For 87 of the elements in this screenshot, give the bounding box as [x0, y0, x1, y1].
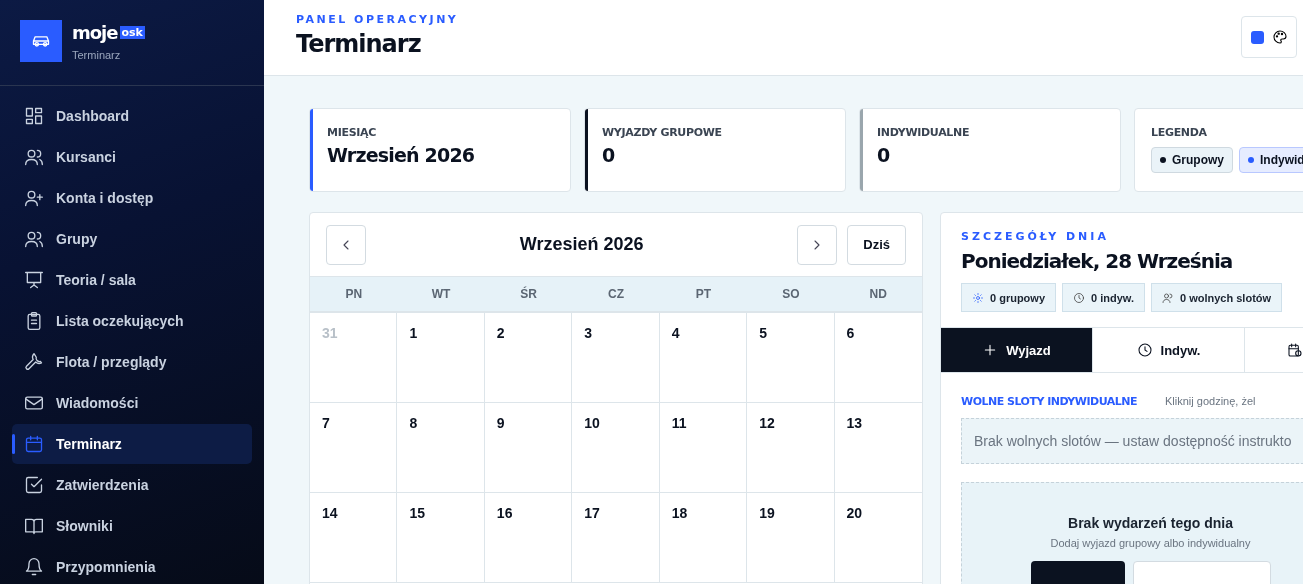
day-cell[interactable]: 13	[834, 403, 922, 492]
palette-icon	[1271, 29, 1288, 45]
day-cell[interactable]: 12	[747, 403, 835, 492]
day-cell[interactable]: 10	[572, 403, 660, 492]
calendar-title: Wrzesień 2026	[518, 234, 645, 255]
weekday-label: SO	[781, 287, 801, 301]
sidebar-item[interactable]: Lista oczekujących	[12, 301, 252, 341]
theme-swatch	[1250, 30, 1264, 44]
grid-icon	[24, 106, 44, 126]
slots-hint: Kliknij godzinę, żel	[1165, 395, 1256, 407]
calendar-icon	[24, 434, 44, 454]
day-cell[interactable]: 14	[310, 493, 398, 582]
sun-icon	[972, 291, 984, 304]
day-cell[interactable]: 17	[572, 493, 660, 582]
count-chip: 0 wolnych slotów	[1151, 283, 1283, 312]
user-plus-icon	[24, 188, 44, 208]
day-cell[interactable]: 1	[397, 313, 485, 402]
previous-month-button[interactable]	[326, 224, 366, 265]
brand-subtitle: Terminarz	[72, 49, 122, 61]
sidebar-item[interactable]: Wiadomości	[12, 383, 252, 423]
primary-button[interactable]	[1030, 561, 1125, 584]
calendar-clock-icon	[1287, 342, 1303, 358]
day-cell[interactable]: 5	[747, 313, 835, 402]
day-cell[interactable]: 6	[834, 313, 922, 402]
sidebar-item[interactable]: Grupy	[12, 219, 252, 259]
count-chip: 0 grupowy	[961, 283, 1056, 312]
weekday-label: ND	[868, 287, 888, 301]
legend-text: Indywid	[1260, 153, 1303, 167]
sidebar-item[interactable]: Flota / przeglądy	[12, 342, 252, 382]
day-cell[interactable]: 7	[310, 403, 398, 492]
page-eyebrow: PANEL OPERACYJNY	[296, 13, 459, 26]
weekday-label: PN	[344, 287, 364, 301]
day-cell[interactable]: 9	[484, 403, 573, 492]
day-cell[interactable]: 18	[659, 493, 748, 582]
sidebar-item[interactable]: Słowniki	[12, 506, 252, 546]
sidebar-item[interactable]: Konta i dostęp	[12, 178, 252, 218]
day-cell[interactable]: 15	[397, 493, 485, 582]
weekday-label: WT	[430, 287, 452, 301]
stat-label: INDYWIDUALNE	[877, 126, 970, 139]
day-cell[interactable]: 3	[572, 313, 660, 402]
weekday-label: ŚR	[519, 287, 538, 301]
empty-state-title: Brak wydarzeń tego dnia	[1068, 515, 1233, 531]
count-chip: 0 indyw.	[1062, 283, 1145, 312]
users-icon	[1162, 291, 1174, 304]
day-cell[interactable]: 20	[834, 493, 922, 582]
panel-tab[interactable]: Wyjazd	[941, 328, 1093, 372]
users-icon	[24, 229, 44, 249]
day-cell[interactable]: 2	[484, 313, 573, 402]
day-title: Poniedziałek, 28 Września	[961, 249, 1234, 273]
wrench-icon	[24, 352, 44, 372]
sidebar-item[interactable]: Teoria / sala	[12, 260, 252, 300]
book-icon	[24, 516, 44, 536]
stat-label: WYJAZDY GRUPOWE	[602, 126, 722, 139]
brand-name: moje	[72, 22, 118, 43]
today-button[interactable]: Dziś	[847, 224, 906, 265]
empty-state-subtitle: Dodaj wyjazd grupowy albo indywidualny	[1050, 537, 1251, 549]
clock-icon	[1073, 291, 1085, 304]
panel-eyebrow: SZCZEGÓŁY DNIA	[961, 230, 1110, 243]
day-cell[interactable]: 16	[484, 493, 573, 582]
stat-value: Wrzesień 2026	[327, 144, 475, 166]
legend-label: LEGENDA	[1151, 126, 1208, 139]
sidebar-item[interactable]: Terminarz	[12, 424, 252, 464]
stat-label: MIESIĄC	[327, 126, 378, 139]
weekday-label: PT	[694, 287, 713, 301]
legend-text: Grupowy	[1172, 153, 1224, 167]
sidebar-item[interactable]: Kursanci	[12, 137, 252, 177]
brand-badge: osk	[119, 26, 145, 39]
next-month-button[interactable]	[797, 224, 838, 265]
slots-title: WOLNE SLOTY INDYWIDUALNE	[961, 395, 1138, 408]
stat-value: 0	[602, 144, 616, 166]
page-title: Terminarz	[296, 30, 422, 58]
slots-empty-message: Brak wolnych slotów — ustaw dostępność instrukto	[961, 418, 1303, 464]
presentation-icon	[24, 270, 44, 290]
users-icon	[24, 147, 44, 167]
sidebar-item[interactable]: Przypomnienia	[12, 547, 252, 584]
day-cell[interactable]: 19	[747, 493, 835, 582]
stat-value: 0	[877, 144, 891, 166]
bell-icon	[24, 557, 44, 577]
day-cell[interactable]: 11	[659, 403, 748, 492]
weekday-label: CZ	[607, 287, 625, 301]
clock-icon	[1136, 342, 1153, 358]
sidebar-item[interactable]: Dashboard	[12, 96, 252, 136]
secondary-button[interactable]	[1132, 561, 1271, 584]
sidebar-item[interactable]: Zatwierdzenia	[12, 465, 252, 505]
day-cell[interactable]: 4	[659, 313, 748, 402]
theme-button[interactable]	[1241, 16, 1297, 58]
day-cell[interactable]: 8	[397, 403, 485, 492]
